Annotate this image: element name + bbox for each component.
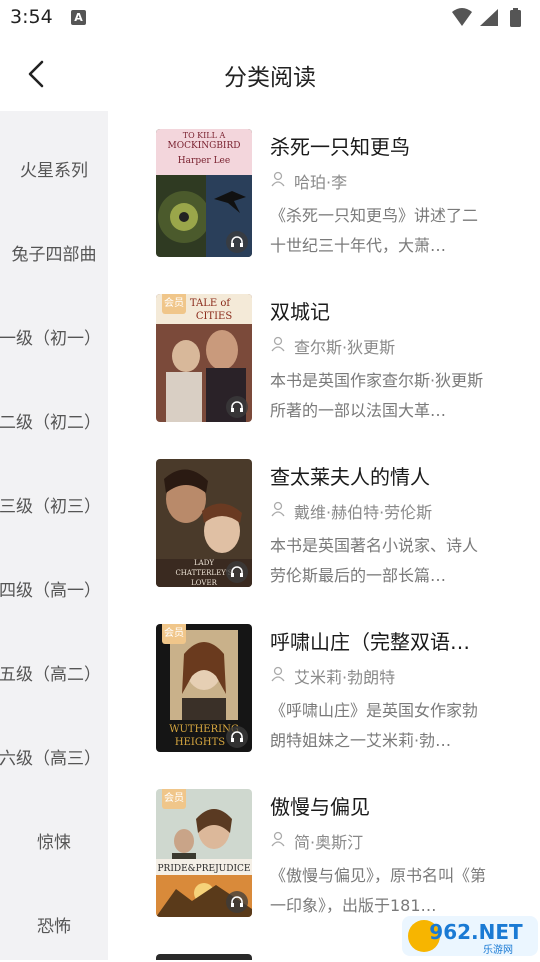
audio-icon — [226, 726, 248, 748]
book-description: 《呼啸山庄》是英国女作家勃朗特姐妹之一艾米莉·勃… — [270, 701, 479, 750]
book-cover: WUTHERING HEIGHTS 会员 — [156, 624, 252, 752]
book-title: 呼啸山庄（完整双语… — [270, 630, 470, 654]
book-title: 傲慢与偏见 — [270, 795, 370, 819]
cover-text: Harper Lee — [178, 156, 230, 166]
watermark-text: 962.NET — [429, 920, 523, 944]
sidebar-item[interactable]: 兔子四部曲 — [0, 213, 108, 297]
status-time: 3:54 — [10, 6, 53, 28]
cover-text: LOVER — [191, 579, 217, 587]
category-sidebar: 火星系列 兔子四部曲 一级（初一） 二级（初二） 三级（初三） 四级（高一） 五… — [0, 111, 108, 960]
cell-signal-icon — [480, 9, 498, 26]
book-item[interactable]: LADY CHATTERLEY'S LOVER 查太莱夫人的情人 戴维·赫伯特·… — [156, 459, 526, 589]
book-title: 杀死一只知更鸟 — [270, 135, 410, 159]
status-bar: 3:54 A — [0, 0, 540, 36]
book-description: 《傲慢与偏见》，原书名叫《第一印象》，出版于181… — [270, 866, 487, 915]
sidebar-item[interactable]: 四级（高一） — [0, 549, 108, 633]
sidebar-item[interactable]: 惊悚 — [0, 801, 108, 885]
wifi-icon — [452, 8, 472, 26]
person-icon — [271, 336, 285, 352]
cover-text: TO KILL A — [183, 131, 226, 140]
person-icon — [271, 666, 285, 682]
sidebar-item[interactable]: 一级（初一） — [0, 297, 108, 381]
page-title: 分类阅读 — [224, 65, 316, 91]
sidebar-item[interactable]: 二级（初二） — [0, 381, 108, 465]
vip-badge: 会员 — [162, 294, 186, 314]
audio-icon — [226, 231, 248, 253]
book-item[interactable]: WUTHERING HEIGHTS 会员 呼啸山庄（完整双语… 艾米莉·勃朗特 … — [156, 624, 526, 754]
book-author: 简·奥斯汀 — [294, 833, 364, 852]
person-icon — [271, 501, 285, 517]
sidebar-item[interactable]: 五级（高二） — [0, 633, 108, 717]
book-author: 戴维·赫伯特·劳伦斯 — [294, 503, 433, 522]
book-cover: TO KILL A MOCKINGBIRD Harper Lee — [156, 129, 252, 257]
sidebar-item[interactable]: 六级（高三） — [0, 717, 108, 801]
sidebar-item[interactable]: 火星系列 — [0, 129, 108, 213]
audio-icon — [226, 891, 248, 913]
book-cover: TALE of CITIES 会员 — [156, 294, 252, 422]
audio-icon — [226, 396, 248, 418]
audio-icon — [226, 561, 248, 583]
book-cover: LADY CHATTERLEY'S LOVER — [156, 459, 252, 587]
cover-text: TALE of — [190, 298, 231, 309]
vip-badge: 会员 — [162, 789, 186, 809]
header: 分类阅读 — [0, 36, 540, 111]
notification-a-icon: A — [71, 10, 86, 25]
book-author: 艾米莉·勃朗特 — [294, 668, 396, 687]
book-item[interactable]: TO KILL A MOCKINGBIRD Harper Lee 杀死一只知更鸟… — [156, 129, 526, 259]
status-icons — [452, 8, 521, 27]
battery-icon — [510, 8, 521, 27]
book-title: 双城记 — [270, 300, 330, 324]
book-title: 查太莱夫人的情人 — [270, 465, 430, 489]
book-item[interactable]: TALE of CITIES 会员 双城记 查尔斯·狄更斯 本书是英国作家查尔斯… — [156, 294, 526, 424]
watermark-logo: 962.NET 乐游网 — [402, 914, 538, 958]
book-author: 查尔斯·狄更斯 — [294, 338, 396, 357]
book-cover: PRIDE&PREJUDICE 会员 — [156, 789, 252, 917]
vip-badge: 会员 — [162, 624, 186, 644]
cover-text: LADY — [194, 559, 214, 567]
book-item[interactable]: PRIDE&PREJUDICE 会员 傲慢与偏见 简·奥斯汀 《傲慢与偏见》，原… — [156, 789, 526, 919]
cover-text: CHATTERLEY'S — [175, 569, 232, 577]
book-description: 《杀死一只知更鸟》讲述了二十世纪三十年代，大萧… — [270, 206, 479, 255]
cover-text: HEIGHTS — [175, 737, 225, 748]
book-description: 本书是英国著名小说家、诗人劳伦斯最后的一部长篇… — [270, 536, 479, 585]
sidebar-item[interactable]: 三级（初三） — [0, 465, 108, 549]
cover-text: MOCKINGBIRD — [168, 141, 241, 151]
cover-text: PRIDE&PREJUDICE — [157, 864, 250, 874]
book-cover-partial — [156, 954, 252, 960]
cover-text: CITIES — [196, 311, 233, 322]
sidebar-item[interactable]: 恐怖 — [0, 885, 108, 960]
watermark-subtext: 乐游网 — [483, 943, 513, 956]
person-icon — [271, 831, 285, 847]
book-description: 本书是英国作家查尔斯·狄更斯所著的一部以法国大革… — [270, 371, 484, 420]
person-icon — [271, 171, 285, 187]
book-author: 哈珀·李 — [294, 173, 348, 192]
